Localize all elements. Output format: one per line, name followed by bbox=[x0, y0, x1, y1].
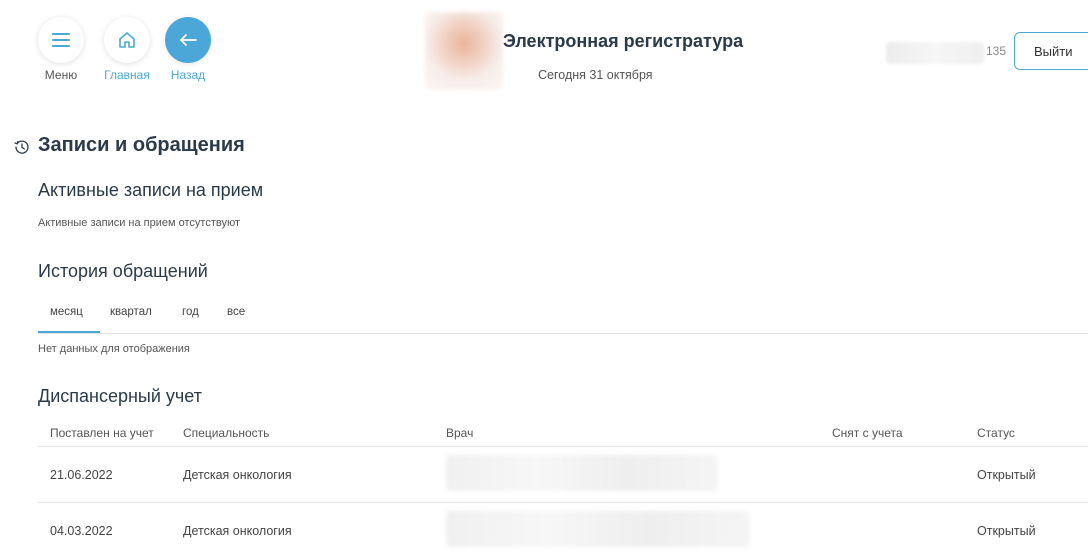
cell-removed bbox=[832, 447, 977, 503]
active-appointments-empty: Активные записи на прием отсутствуют bbox=[38, 217, 240, 229]
col-removed[interactable]: Снят с учета bbox=[832, 420, 977, 447]
table-row[interactable]: 21.06.2022 Детская онкология Открытый bbox=[38, 447, 1088, 503]
cell-status: Открытый bbox=[977, 447, 1088, 503]
dispensary-table: Поставлен на учет Специальность Врач Сня… bbox=[38, 420, 1088, 558]
cell-doctor bbox=[446, 503, 832, 558]
col-registered[interactable]: Поставлен на учет bbox=[38, 420, 183, 447]
dispensary-title: Диспансерный учет bbox=[38, 386, 202, 407]
menu-label[interactable]: Меню bbox=[31, 68, 91, 82]
home-button[interactable] bbox=[104, 17, 150, 63]
cell-specialty: Детская онкология bbox=[183, 447, 446, 503]
menu-button[interactable] bbox=[38, 17, 84, 63]
history-icon bbox=[14, 139, 30, 155]
tab-all[interactable]: все bbox=[227, 306, 245, 318]
cell-removed bbox=[832, 503, 977, 558]
cell-status: Открытый bbox=[977, 503, 1088, 558]
home-icon bbox=[118, 31, 136, 49]
tab-month[interactable]: месяц bbox=[50, 306, 83, 318]
tabs-divider bbox=[38, 333, 1088, 334]
active-appointments-title: Активные записи на прием bbox=[38, 180, 263, 201]
table-header-row: Поставлен на учет Специальность Врач Сня… bbox=[38, 420, 1088, 447]
table-row[interactable]: 04.03.2022 Детская онкология Открытый bbox=[38, 503, 1088, 558]
user-id-suffix: 135 bbox=[986, 44, 1006, 58]
col-specialty[interactable]: Специальность bbox=[183, 420, 446, 447]
page-title: Электронная регистратура bbox=[503, 31, 743, 52]
doctor-name-redacted bbox=[446, 455, 718, 491]
back-button[interactable] bbox=[165, 17, 211, 63]
history-empty: Нет данных для отображения bbox=[38, 343, 190, 355]
back-label[interactable]: Назад bbox=[158, 68, 218, 82]
home-label[interactable]: Главная bbox=[97, 68, 157, 82]
cell-doctor bbox=[446, 447, 832, 503]
menu-icon bbox=[52, 33, 70, 47]
cell-registered: 21.06.2022 bbox=[38, 447, 183, 503]
logout-button[interactable]: Выйти bbox=[1014, 32, 1088, 70]
history-title: История обращений bbox=[38, 261, 208, 282]
cell-specialty: Детская онкология bbox=[183, 503, 446, 558]
section-title: Записи и обращения bbox=[38, 134, 245, 157]
col-doctor[interactable]: Врач bbox=[446, 420, 832, 447]
col-status[interactable]: Статус bbox=[977, 420, 1088, 447]
arrow-left-icon bbox=[179, 33, 197, 47]
user-name-redacted bbox=[886, 42, 984, 64]
tab-quarter[interactable]: квартал bbox=[110, 306, 152, 318]
logo bbox=[425, 12, 503, 90]
doctor-name-redacted bbox=[446, 511, 750, 547]
cell-registered: 04.03.2022 bbox=[38, 503, 183, 558]
active-tab-indicator bbox=[38, 331, 100, 333]
current-date: Сегодня 31 октября bbox=[538, 68, 653, 82]
tab-year[interactable]: год bbox=[182, 306, 199, 318]
